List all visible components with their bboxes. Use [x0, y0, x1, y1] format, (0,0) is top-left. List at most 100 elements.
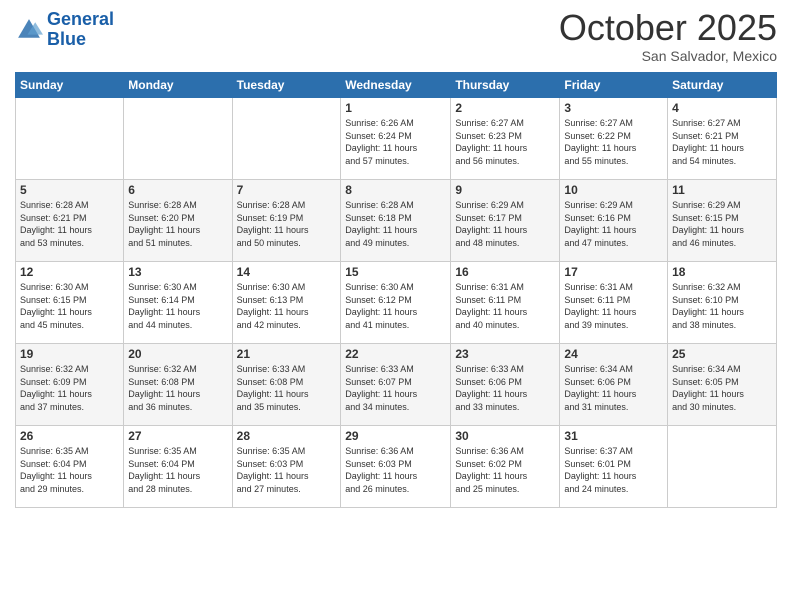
table-row: 4Sunrise: 6:27 AM Sunset: 6:21 PM Daylig… [668, 98, 777, 180]
day-number: 21 [237, 347, 337, 361]
day-info: Sunrise: 6:36 AM Sunset: 6:02 PM Dayligh… [455, 445, 555, 495]
table-row: 12 Sunrise: 6:30 AM Sunset: 6:15 PM Dayli… [16, 262, 124, 344]
day-number: 20 [128, 347, 227, 361]
day-number: 10 [564, 183, 663, 197]
table-row: 11 Sunrise: 6:29 AM Sunset: 6:15 PM Dayli… [668, 180, 777, 262]
table-row: 18Sunrise: 6:32 AM Sunset: 6:10 PM Dayli… [668, 262, 777, 344]
month-title: October 2025 [559, 10, 777, 46]
logo-line1: General [47, 9, 114, 29]
day-info: Sunrise: 6:28 AM Sunset: 6:21 PM Dayligh… [20, 199, 119, 249]
day-number: 6 [128, 183, 227, 197]
day-number: 13 [128, 265, 227, 279]
table-row: 14 Sunrise: 6:30 AM Sunset: 6:13 PM Dayli… [232, 262, 341, 344]
day-info: Sunrise: 6:30 AM Sunset: 6:15 PM Dayligh… [20, 281, 119, 331]
day-number: 28 [237, 429, 337, 443]
table-row: 20 Sunrise: 6:32 AM Sunset: 6:08 PM Dayli… [124, 344, 232, 426]
day-number: 31 [564, 429, 663, 443]
day-info: Sunrise: 6:33 AM Sunset: 6:06 PM Dayligh… [455, 363, 555, 413]
day-number: 11 [672, 183, 772, 197]
calendar-week-row: 12 Sunrise: 6:30 AM Sunset: 6:15 PM Dayli… [16, 262, 777, 344]
day-number: 5 [20, 183, 119, 197]
table-row: 31 Sunrise: 6:37 AM Sunset: 6:01 PM Dayli… [560, 426, 668, 508]
table-row [232, 98, 341, 180]
day-info: Sunrise: 6:29 AM Sunset: 6:16 PM Dayligh… [564, 199, 663, 249]
table-row: 28 Sunrise: 6:35 AM Sunset: 6:03 PM Dayli… [232, 426, 341, 508]
table-row: 10 Sunrise: 6:29 AM Sunset: 6:16 PM Dayli… [560, 180, 668, 262]
day-number: 25 [672, 347, 772, 361]
table-row: 3 Sunrise: 6:27 AM Sunset: 6:22 PM Daylig… [560, 98, 668, 180]
day-number: 2 [455, 101, 555, 115]
day-number: 27 [128, 429, 227, 443]
day-number: 1 [345, 101, 446, 115]
table-row: 22 Sunrise: 6:33 AM Sunset: 6:07 PM Dayli… [341, 344, 451, 426]
header: General Blue October 2025 San Salvador, … [15, 10, 777, 64]
table-row: 15 Sunrise: 6:30 AM Sunset: 6:12 PM Dayli… [341, 262, 451, 344]
table-row: 6 Sunrise: 6:28 AM Sunset: 6:20 PM Daylig… [124, 180, 232, 262]
page: General Blue October 2025 San Salvador, … [0, 0, 792, 612]
day-info: Sunrise: 6:31 AM Sunset: 6:11 PM Dayligh… [564, 281, 663, 331]
day-info: Sunrise: 6:34 AM Sunset: 6:05 PM Dayligh… [672, 363, 772, 413]
table-row: 19 Sunrise: 6:32 AM Sunset: 6:09 PM Dayli… [16, 344, 124, 426]
table-row: 26Sunrise: 6:35 AM Sunset: 6:04 PM Dayli… [16, 426, 124, 508]
calendar-week-row: 5 Sunrise: 6:28 AM Sunset: 6:21 PM Daylig… [16, 180, 777, 262]
day-number: 12 [20, 265, 119, 279]
day-number: 19 [20, 347, 119, 361]
col-monday: Monday [124, 73, 232, 98]
calendar-week-row: 1Sunrise: 6:26 AM Sunset: 6:24 PM Daylig… [16, 98, 777, 180]
day-info: Sunrise: 6:37 AM Sunset: 6:01 PM Dayligh… [564, 445, 663, 495]
col-tuesday: Tuesday [232, 73, 341, 98]
table-row [668, 426, 777, 508]
day-number: 24 [564, 347, 663, 361]
day-info: Sunrise: 6:30 AM Sunset: 6:12 PM Dayligh… [345, 281, 446, 331]
day-info: Sunrise: 6:33 AM Sunset: 6:07 PM Dayligh… [345, 363, 446, 413]
table-row: 30 Sunrise: 6:36 AM Sunset: 6:02 PM Dayli… [451, 426, 560, 508]
table-row: 5 Sunrise: 6:28 AM Sunset: 6:21 PM Daylig… [16, 180, 124, 262]
day-info: Sunrise: 6:33 AM Sunset: 6:08 PM Dayligh… [237, 363, 337, 413]
day-number: 17 [564, 265, 663, 279]
logo: General Blue [15, 10, 114, 50]
table-row: 17 Sunrise: 6:31 AM Sunset: 6:11 PM Dayli… [560, 262, 668, 344]
day-number: 3 [564, 101, 663, 115]
day-info: Sunrise: 6:32 AM Sunset: 6:09 PM Dayligh… [20, 363, 119, 413]
day-info: Sunrise: 6:36 AM Sunset: 6:03 PM Dayligh… [345, 445, 446, 495]
table-row: 24 Sunrise: 6:34 AM Sunset: 6:06 PM Dayli… [560, 344, 668, 426]
table-row: 13Sunrise: 6:30 AM Sunset: 6:14 PM Dayli… [124, 262, 232, 344]
col-sunday: Sunday [16, 73, 124, 98]
day-info: Sunrise: 6:30 AM Sunset: 6:13 PM Dayligh… [237, 281, 337, 331]
calendar-week-row: 26 Sunrise: 6:35 AM Sunset: 6:04 PM Dayli… [16, 426, 777, 508]
day-number: 4 [672, 101, 772, 115]
calendar-week-row: 19 Sunrise: 6:32 AM Sunset: 6:09 PM Dayli… [16, 344, 777, 426]
day-number: 23 [455, 347, 555, 361]
title-area: October 2025 San Salvador, Mexico [559, 10, 777, 64]
day-number: 16 [455, 265, 555, 279]
day-info: Sunrise: 6:35 AM Sunset: 6:03 PM Dayligh… [237, 445, 337, 495]
day-info: Sunrise: 6:35 AM Sunset: 6:04 PM Dayligh… [128, 445, 227, 495]
day-number: 26 [20, 429, 119, 443]
table-row: 7Sunrise: 6:28 AM Sunset: 6:19 PM Daylig… [232, 180, 341, 262]
table-row: 27 Sunrise: 6:35 AM Sunset: 6:04 PM Dayli… [124, 426, 232, 508]
day-info: Sunrise: 6:27 AM Sunset: 6:23 PM Dayligh… [455, 117, 555, 167]
day-number: 14 [237, 265, 337, 279]
logo-icon [15, 16, 43, 44]
logo-text: General Blue [47, 10, 114, 50]
table-row: 25 Sunrise: 6:34 AM Sunset: 6:05 PM Dayli… [668, 344, 777, 426]
day-number: 8 [345, 183, 446, 197]
day-number: 9 [455, 183, 555, 197]
day-info: Sunrise: 6:28 AM Sunset: 6:20 PM Dayligh… [128, 199, 227, 249]
col-saturday: Saturday [668, 73, 777, 98]
day-info: Sunrise: 6:29 AM Sunset: 6:17 PM Dayligh… [455, 199, 555, 249]
day-info: Sunrise: 6:29 AM Sunset: 6:15 PM Dayligh… [672, 199, 772, 249]
day-info: Sunrise: 6:34 AM Sunset: 6:06 PM Dayligh… [564, 363, 663, 413]
table-row: 23 Sunrise: 6:33 AM Sunset: 6:06 PM Dayli… [451, 344, 560, 426]
day-info: Sunrise: 6:27 AM Sunset: 6:22 PM Dayligh… [564, 117, 663, 167]
day-info: Sunrise: 6:31 AM Sunset: 6:11 PM Dayligh… [455, 281, 555, 331]
table-row: 21 Sunrise: 6:33 AM Sunset: 6:08 PM Dayli… [232, 344, 341, 426]
table-row: 2 Sunrise: 6:27 AM Sunset: 6:23 PM Daylig… [451, 98, 560, 180]
day-info: Sunrise: 6:32 AM Sunset: 6:08 PM Dayligh… [128, 363, 227, 413]
day-number: 30 [455, 429, 555, 443]
table-row: 8Sunrise: 6:28 AM Sunset: 6:18 PM Daylig… [341, 180, 451, 262]
calendar: Sunday Monday Tuesday Wednesday Thursday… [15, 72, 777, 508]
col-wednesday: Wednesday [341, 73, 451, 98]
day-number: 15 [345, 265, 446, 279]
day-number: 22 [345, 347, 446, 361]
